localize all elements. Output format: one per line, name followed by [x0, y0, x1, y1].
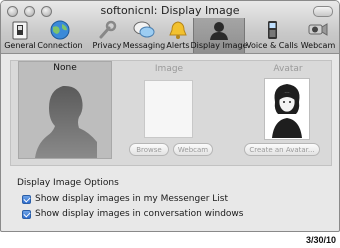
tab-display-image-label: Display Image: [190, 41, 248, 50]
tab-privacy-label: Privacy: [92, 41, 122, 50]
avatar-figure-icon: [272, 84, 302, 138]
preferences-toolbar: General Connection Privacy Messaging Ale…: [1, 18, 339, 53]
globe-icon: [49, 20, 71, 40]
avatar-label: Avatar: [273, 64, 303, 74]
create-avatar-button[interactable]: Create an Avatar...: [244, 143, 320, 156]
tab-voice-calls-label: Voice & Calls: [246, 41, 298, 50]
option-show-in-conversation[interactable]: Show display images in conversation wind…: [22, 209, 243, 219]
person-silhouette-icon: [208, 20, 230, 40]
general-switch-icon: [9, 20, 31, 40]
tab-general[interactable]: General: [3, 18, 37, 53]
browse-button[interactable]: Browse: [129, 143, 169, 156]
tab-webcam[interactable]: Webcam: [299, 18, 337, 53]
option-show-in-list[interactable]: Show display images in my Messenger List: [22, 194, 228, 204]
date-stamp: 3/30/10: [305, 235, 336, 245]
webcam-button[interactable]: Webcam: [173, 143, 213, 156]
default-silhouette-icon: [35, 85, 97, 158]
tab-display-image[interactable]: Display Image: [190, 18, 248, 53]
display-image-options-heading: Display Image Options: [17, 178, 119, 188]
show-in-list-checkbox[interactable]: [22, 194, 31, 204]
title-bar: softonicnl: Display Image General Connec…: [1, 1, 339, 54]
tab-messaging[interactable]: Messaging: [123, 18, 165, 53]
none-label: None: [53, 63, 77, 73]
tab-voice-calls[interactable]: Voice & Calls: [246, 18, 298, 53]
tab-messaging-label: Messaging: [122, 41, 166, 50]
preferences-window: softonicnl: Display Image General Connec…: [0, 0, 340, 232]
tab-alerts-label: Alerts: [166, 41, 190, 50]
wrench-icon: [96, 20, 118, 40]
bell-icon: [167, 20, 189, 40]
avatar-image-tile[interactable]: [264, 78, 310, 140]
show-in-conversation-checkbox[interactable]: [22, 209, 31, 219]
phone-icon: [261, 20, 283, 40]
show-in-list-label: Show display images in my Messenger List: [35, 194, 229, 204]
image-label: Image: [154, 64, 184, 74]
window-title: softonicnl: Display Image: [100, 4, 240, 17]
tab-alerts[interactable]: Alerts: [165, 18, 191, 53]
tab-connection[interactable]: Connection: [37, 18, 83, 53]
tab-connection-label: Connection: [37, 41, 83, 50]
none-image-tile[interactable]: None: [18, 61, 112, 159]
custom-image-well[interactable]: [144, 80, 193, 138]
show-in-conversation-label: Show display images in conversation wind…: [35, 209, 244, 219]
tab-privacy[interactable]: Privacy: [91, 18, 123, 53]
tab-general-label: General: [4, 41, 36, 50]
toolbar-toggle-button[interactable]: [313, 6, 333, 17]
speech-bubbles-icon: [133, 20, 155, 40]
webcam-icon: [307, 20, 329, 40]
tab-webcam-label: Webcam: [300, 41, 336, 50]
